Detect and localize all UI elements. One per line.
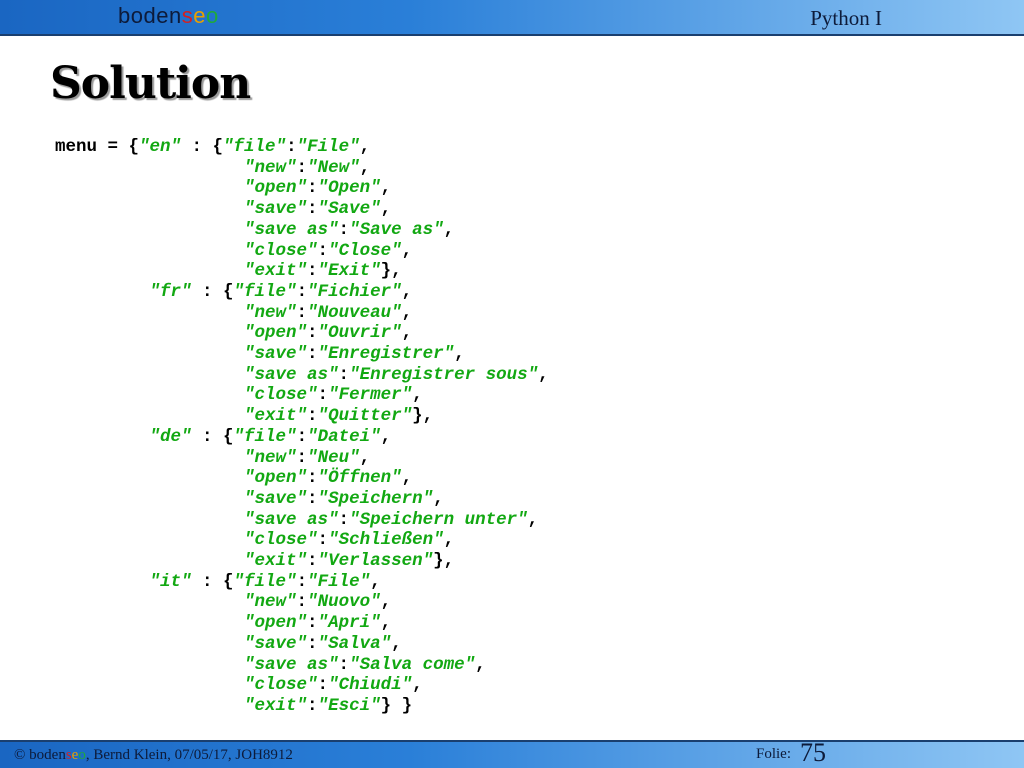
language-key: "de"	[149, 426, 192, 447]
menu-value: "Enregistrer sous"	[349, 364, 539, 385]
menu-key: "exit"	[244, 406, 308, 427]
menu-value: "Neu"	[307, 447, 360, 468]
footer-credit: © bodenseo, Bernd Klein, 07/05/17, JOH89…	[14, 747, 293, 764]
menu-value: "Verlassen"	[317, 551, 434, 572]
menu-value: "Esci"	[317, 695, 381, 716]
menu-key: "exit"	[244, 695, 308, 716]
menu-key: "close"	[244, 675, 318, 696]
menu-key: "save"	[244, 199, 308, 220]
menu-value: "File"	[296, 137, 360, 157]
menu-key: "new"	[244, 592, 297, 613]
bodenseo-logo: bodenseo	[118, 3, 219, 28]
menu-key: "file"	[223, 137, 287, 157]
menu-value: "Ouvrir"	[317, 323, 402, 344]
menu-value: "Fichier"	[307, 281, 402, 302]
menu-key: "close"	[244, 240, 318, 261]
menu-key: "save as"	[244, 654, 339, 675]
menu-key: "close"	[244, 385, 318, 406]
page-title: Solution	[50, 58, 251, 109]
footer-brand: bodenseo	[29, 747, 86, 763]
menu-key: "new"	[244, 447, 297, 468]
menu-value: "File"	[307, 571, 371, 592]
menu-key: "exit"	[244, 261, 308, 282]
menu-value: "Salva"	[317, 633, 392, 654]
menu-key: "file"	[233, 426, 297, 447]
menu-value: "Speichern"	[317, 488, 434, 509]
menu-key: "save"	[244, 344, 308, 365]
menu-key: "new"	[244, 302, 297, 323]
menu-value: "Schließen"	[328, 530, 444, 551]
menu-value: "New"	[307, 157, 360, 178]
menu-key: "close"	[244, 530, 318, 551]
footer-credit-text: , Bernd Klein, 07/05/17, JOH8912	[85, 747, 293, 763]
menu-key: "save"	[244, 488, 308, 509]
menu-key: "save"	[244, 633, 308, 654]
menu-value: "Chiudi"	[328, 675, 413, 696]
copyright-symbol: ©	[14, 747, 26, 763]
menu-key: "exit"	[244, 551, 308, 572]
menu-value: "Speichern unter"	[349, 509, 528, 530]
menu-value: "Öffnen"	[317, 468, 402, 489]
code-block: menu = {"en" : {"file":"File", "new":"Ne…	[55, 137, 549, 716]
menu-value: "Exit"	[317, 261, 381, 282]
menu-value: "Nouveau"	[307, 302, 402, 323]
menu-value: "Salva come"	[349, 654, 476, 675]
menu-key: "new"	[244, 157, 297, 178]
language-key: "en"	[139, 137, 182, 157]
language-key: "fr"	[149, 281, 192, 302]
header-bar: bodenseo Python I	[0, 0, 1024, 36]
menu-key: "save as"	[244, 364, 339, 385]
menu-key: "file"	[233, 571, 297, 592]
menu-value: "Save"	[317, 199, 381, 220]
menu-key: "save as"	[244, 219, 339, 240]
menu-value: "Save as"	[349, 219, 444, 240]
menu-key: "open"	[244, 323, 308, 344]
menu-value: "Enregistrer"	[317, 344, 455, 365]
menu-value: "Nuovo"	[307, 592, 381, 613]
menu-value: "Open"	[317, 178, 381, 199]
menu-key: "file"	[233, 281, 297, 302]
menu-key: "open"	[244, 613, 308, 634]
menu-value: "Quitter"	[317, 406, 413, 427]
menu-value: "Apri"	[317, 613, 381, 634]
menu-key: "open"	[244, 468, 308, 489]
menu-key: "open"	[244, 178, 308, 199]
folie-label: Folie:	[756, 746, 792, 762]
menu-value: "Fermer"	[328, 385, 413, 406]
folie-number: 75	[800, 738, 826, 767]
menu-value: "Datei"	[307, 426, 381, 447]
course-title: Python I	[810, 6, 882, 30]
menu-key: "save as"	[244, 509, 339, 530]
language-key: "it"	[149, 571, 192, 592]
menu-value: "Close"	[328, 240, 402, 261]
footer-bar: © bodenseo, Bernd Klein, 07/05/17, JOH89…	[0, 738, 1024, 768]
